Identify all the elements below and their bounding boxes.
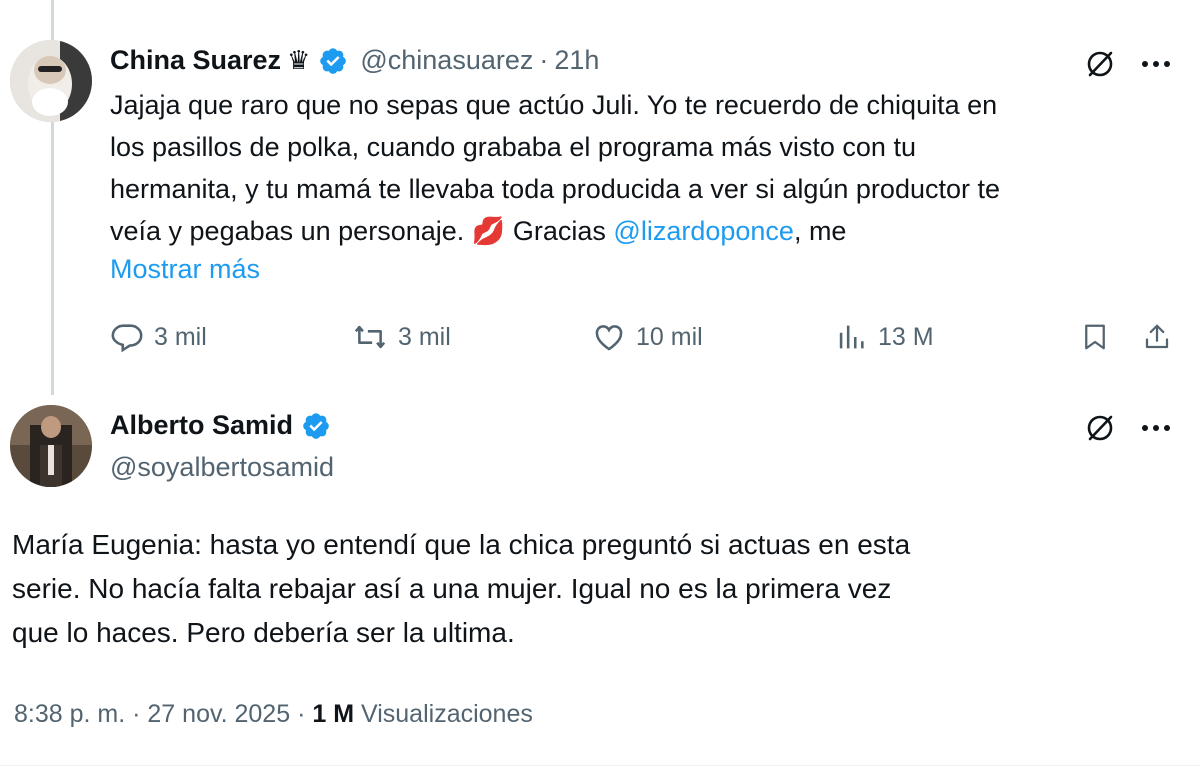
reply-count: 3 mil (154, 322, 207, 351)
avatar[interactable] (10, 40, 92, 122)
repost-icon (354, 325, 386, 349)
grok-icon[interactable] (1082, 410, 1118, 446)
tweet-text-line: que lo haces. Pero debería ser la ultima… (12, 617, 515, 648)
separator-dot: · (132, 700, 141, 728)
views-button[interactable]: 13 M (834, 320, 934, 354)
avatar[interactable] (10, 405, 92, 487)
more-icon[interactable] (1138, 46, 1174, 82)
author-row: China Suarez ♛ @chinasuarez · 21h (110, 45, 599, 76)
show-more-link[interactable]: Mostrar más (110, 254, 260, 285)
tweet-time[interactable]: 21h (554, 45, 599, 76)
tweet-text-line: los pasillos de polka, cuando grababa el… (110, 132, 916, 162)
tweet-text-line: veía y pegabas un personaje. 💋 Gracias @… (110, 210, 1180, 252)
bookmark-icon[interactable] (1078, 320, 1112, 354)
text-segment: veía y pegabas un personaje. (110, 216, 472, 246)
repost-button[interactable]: 3 mil (352, 320, 451, 354)
author-handle[interactable]: @chinasuarez (360, 45, 533, 76)
share-icon[interactable] (1140, 320, 1174, 354)
views-label: Visualizaciones (361, 700, 533, 728)
views-icon (839, 325, 864, 349)
mention-link[interactable]: @lizardoponce (613, 216, 794, 246)
author-handle[interactable]: @soyalbertosamid (110, 452, 334, 483)
grok-icon[interactable] (1082, 46, 1118, 82)
author-name[interactable]: China Suarez (110, 45, 281, 76)
views-count: 1 M (312, 700, 355, 728)
more-icon[interactable] (1138, 410, 1174, 446)
like-count: 10 mil (636, 322, 703, 351)
like-button[interactable]: 10 mil (592, 320, 703, 354)
tweet-china-suarez[interactable]: China Suarez ♛ @chinasuarez · 21h Jajaja… (0, 0, 1200, 395)
text-segment: , me (793, 216, 847, 246)
author-row: Alberto Samid (110, 410, 331, 441)
verified-icon (320, 47, 347, 74)
divider (0, 765, 1200, 766)
crown-icon: ♛ (287, 45, 311, 75)
tweet-text-line: María Eugenia: hasta yo entendí que la c… (12, 529, 911, 560)
author-name[interactable]: Alberto Samid (110, 410, 293, 441)
verified-icon (303, 412, 329, 439)
tweet-text: María Eugenia: hasta yo entendí que la c… (12, 523, 1182, 655)
tweet-metadata: 8:38 p. m. · 27 nov. 2025 · 1 M Visualiz… (14, 700, 533, 729)
views-count: 13 M (878, 322, 934, 351)
separator-dot: · (539, 45, 549, 75)
separator-dot: · (297, 700, 306, 728)
tweet-text-line: Jajaja que raro que no sepas que actúo J… (110, 90, 998, 120)
text-segment: Gracias (505, 216, 614, 246)
tweet-timestamp[interactable]: 8:38 p. m. (14, 700, 125, 728)
kiss-emoji: 💋 (471, 216, 506, 246)
repost-count: 3 mil (398, 322, 451, 351)
reply-icon (111, 324, 143, 353)
tweet-text-line: serie. No hacía falta rebajar así a una … (12, 573, 892, 604)
reply-button[interactable]: 3 mil (110, 320, 207, 354)
like-icon (595, 325, 623, 351)
tweet-text-line: hermanita, y tu mamá te llevaba toda pro… (110, 174, 1000, 204)
tweet-text: Jajaja que raro que no sepas que actúo J… (110, 84, 1180, 252)
tweet-date[interactable]: 27 nov. 2025 (147, 700, 290, 728)
